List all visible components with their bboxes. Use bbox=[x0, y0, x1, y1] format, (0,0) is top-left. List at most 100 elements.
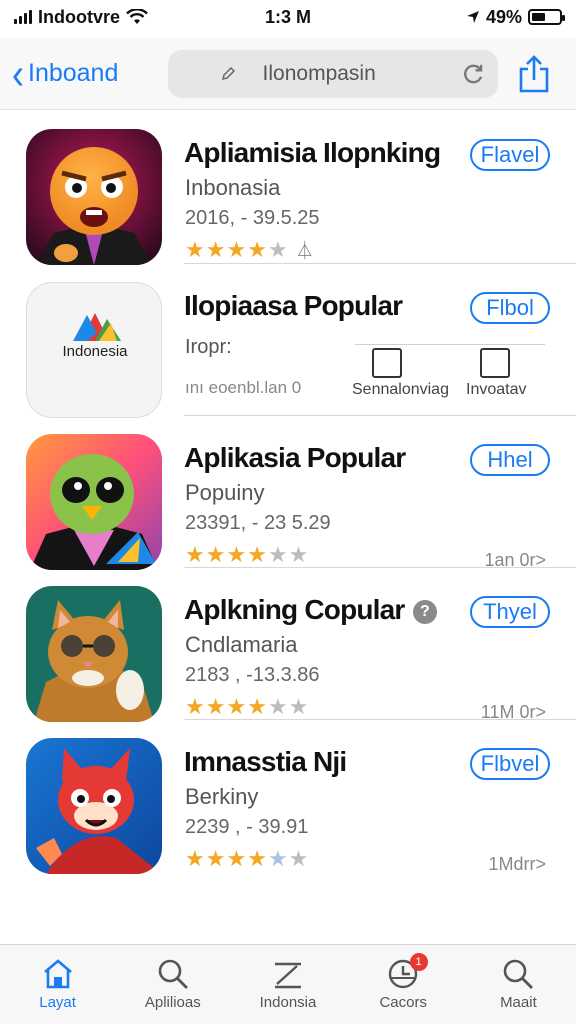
cat-with-glasses-app-icon[interactable] bbox=[26, 586, 162, 722]
half-star-icon: ★ bbox=[247, 237, 268, 262]
star-icon: ★ bbox=[226, 542, 248, 567]
app-title: Apliamisia Ilopnking bbox=[184, 137, 441, 168]
tab-maait[interactable]: Maait bbox=[461, 945, 576, 1024]
clock: 1:3 M bbox=[264, 6, 311, 27]
tab-cacors[interactable]: 1 Cacors bbox=[346, 945, 461, 1024]
app-subtitle: Iropr: bbox=[185, 336, 232, 358]
app-meta: 2183 , -13.3.86 bbox=[185, 664, 320, 686]
status-bar: Indootvre 1:3 M 49% bbox=[0, 0, 576, 34]
app-title: Aplkning Copular? bbox=[184, 594, 437, 626]
option-box-icon[interactable] bbox=[480, 348, 510, 378]
option-label: Invoatav bbox=[466, 381, 527, 398]
app-row[interactable]: Aplikasia Popular Popuiny 23391, - 23 5.… bbox=[26, 415, 576, 570]
star-icon: ★ bbox=[247, 542, 268, 567]
divider bbox=[355, 344, 545, 345]
app-title: Aplikasia Popular bbox=[184, 442, 406, 473]
tab-indonsia[interactable]: Indonsia bbox=[230, 945, 345, 1024]
signal-icon bbox=[14, 10, 32, 24]
tab-label: Indonsia bbox=[259, 994, 317, 1011]
emoji-character-app-icon[interactable] bbox=[26, 129, 162, 265]
app-title: Ilopiaasa Popular bbox=[184, 290, 403, 321]
star-icon: ★ bbox=[226, 694, 248, 719]
app-subtitle: Popuiny bbox=[185, 480, 265, 505]
tab-label: Maait bbox=[500, 994, 537, 1011]
star-rating: ★★★★★★ bbox=[185, 542, 309, 568]
app-meta: 2239 , - 39.91 bbox=[185, 816, 309, 838]
bird-character-app-icon[interactable] bbox=[26, 434, 162, 570]
app-subtitle: Cndlamaria bbox=[185, 632, 298, 657]
battery-percent: 49% bbox=[485, 6, 522, 27]
star-icon: ★ bbox=[267, 694, 289, 719]
star-icon: ★ bbox=[185, 694, 206, 719]
app-subtitle: Berkiny bbox=[185, 784, 259, 809]
app-row[interactable]: Indonesia Ilopiaasa Popular Iropr: ını e… bbox=[26, 263, 576, 418]
star-icon: ★ bbox=[288, 694, 310, 719]
share-button[interactable] bbox=[504, 54, 564, 93]
star-icon: ★ bbox=[288, 846, 310, 871]
notification-badge: 1 bbox=[409, 953, 428, 971]
tab-label: Cacors bbox=[379, 994, 427, 1011]
star-rating: ★★★★★★ bbox=[185, 846, 309, 872]
tab-layat[interactable]: Layat bbox=[0, 945, 115, 1024]
app-icon-text: Indonesia bbox=[62, 343, 128, 360]
pen-icon bbox=[221, 66, 236, 80]
app-title: Imnasstia Nji bbox=[184, 746, 347, 777]
star-icon: ★ bbox=[226, 237, 248, 262]
search-icon bbox=[504, 959, 534, 989]
tab-aplilioas[interactable]: Aplilioas bbox=[115, 945, 230, 1024]
star-icon: ★ bbox=[205, 542, 227, 567]
star-icon: ★ bbox=[185, 846, 206, 871]
search-icon bbox=[158, 959, 188, 989]
get-button[interactable]: Flavel bbox=[470, 139, 550, 171]
star-icon: ★ bbox=[205, 694, 227, 719]
half-star-icon: ★ bbox=[247, 694, 268, 719]
tab-bar: Layat Aplilioas Indonsia 1 Cacors Maait bbox=[0, 944, 576, 1024]
star-icon: ★ bbox=[205, 237, 227, 262]
search-bar[interactable] bbox=[168, 49, 498, 98]
rating-glyph: ⏃ bbox=[295, 241, 315, 261]
app-meta: 23391, - 23 5.29 bbox=[185, 512, 331, 534]
carrier-label: Indootvre bbox=[38, 6, 121, 27]
app-row[interactable]: Imnasstia Nji Berkiny 2239 , - 39.91 ★★★… bbox=[26, 719, 576, 874]
info-icon[interactable]: ? bbox=[412, 600, 437, 624]
app-subtitle: Inbonasia bbox=[185, 175, 281, 200]
location-icon bbox=[466, 11, 479, 23]
star-icon: ★ bbox=[205, 846, 227, 871]
app-meta: ını eoenbl.lan 0 bbox=[185, 378, 302, 397]
share-icon bbox=[519, 54, 549, 92]
app-row[interactable]: Aplkning Copular? Cndlamaria 2183 , -13.… bbox=[26, 567, 576, 722]
app-list: Apliamisia Ilopnking Inbonasia 2016, - 3… bbox=[0, 111, 576, 874]
star-icon: ★ bbox=[226, 846, 248, 871]
tab-label: Layat bbox=[39, 994, 76, 1011]
get-button[interactable]: Flbvel bbox=[470, 748, 550, 780]
back-button[interactable]: ‹ Inboand bbox=[12, 51, 162, 94]
star-icon: ★ bbox=[185, 542, 206, 567]
star-icon: ★ bbox=[267, 237, 289, 262]
app-title-text: Aplkning Copular bbox=[184, 594, 405, 625]
tab-label: Aplilioas bbox=[144, 994, 201, 1011]
star-icon: ★ bbox=[288, 542, 310, 567]
get-button[interactable]: Hhel bbox=[470, 444, 550, 476]
get-button[interactable]: Thyel bbox=[470, 596, 550, 628]
chevron-left-icon: ‹ bbox=[12, 48, 24, 98]
half-star-icon: ★ bbox=[247, 846, 268, 871]
star-rating: ★★★★★ ⏃ bbox=[185, 237, 315, 263]
pen-icon bbox=[275, 962, 301, 989]
fox-character-app-icon[interactable] bbox=[26, 738, 162, 874]
more-link[interactable]: 1Mdrr> bbox=[488, 854, 546, 875]
battery-icon bbox=[528, 9, 565, 25]
home-icon bbox=[43, 959, 72, 989]
app-row[interactable]: Apliamisia Ilopnking Inbonasia 2016, - 3… bbox=[0, 111, 576, 265]
star-rating: ★★★★★★ bbox=[185, 694, 309, 720]
get-button[interactable]: Flbol bbox=[470, 292, 550, 324]
star-icon: ★ bbox=[267, 542, 289, 567]
star-icon: ★ bbox=[185, 237, 206, 262]
navigation-bar: ‹ Inboand bbox=[0, 38, 576, 110]
back-label: Inboand bbox=[28, 59, 119, 87]
reload-icon[interactable] bbox=[462, 61, 486, 87]
option-box-icon[interactable] bbox=[372, 348, 402, 378]
app-meta: 2016, - 39.5.25 bbox=[185, 207, 320, 229]
star-icon: ★ bbox=[267, 846, 289, 871]
option-label: Sennalonviag bbox=[352, 381, 449, 398]
indonesia-logo-app-icon[interactable]: Indonesia bbox=[26, 282, 162, 418]
